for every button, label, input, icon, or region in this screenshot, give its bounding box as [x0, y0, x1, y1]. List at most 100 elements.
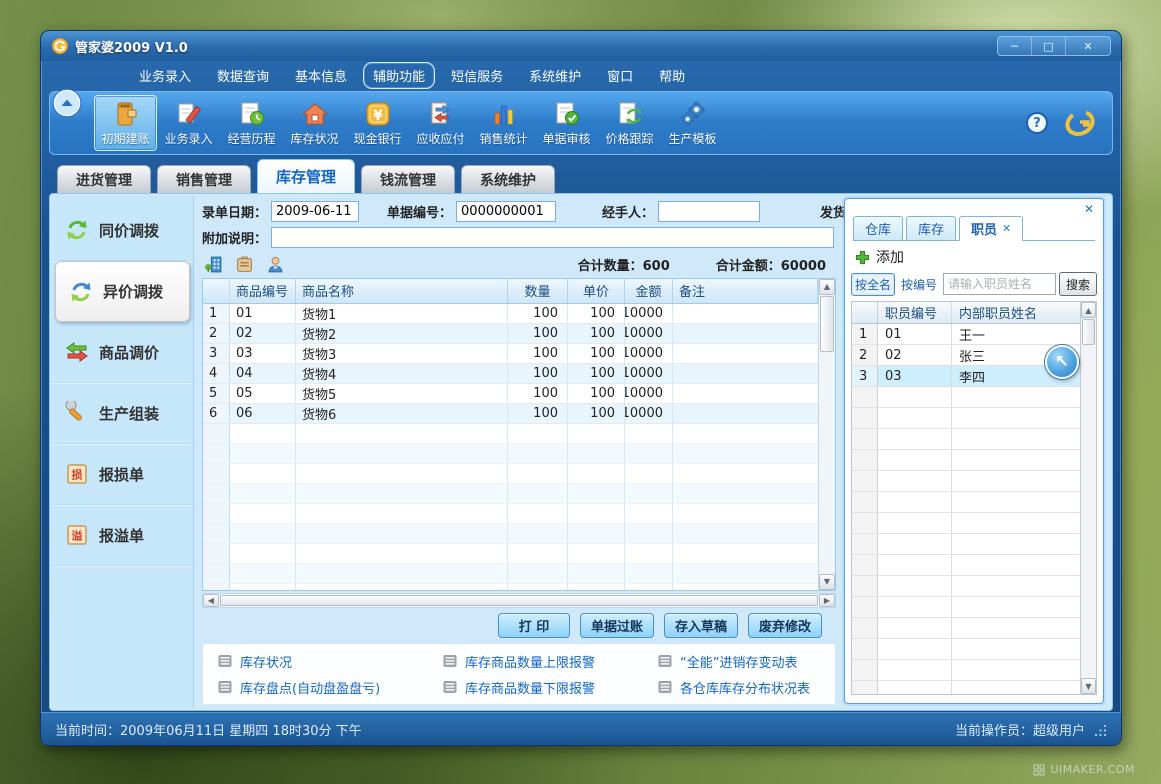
toolbar-item-production-template[interactable]: 生产模板 — [661, 95, 724, 151]
staff-row[interactable]: 1 01 王一 — [852, 324, 1080, 345]
menu-item-system-maintenance[interactable]: 系统维护 — [519, 62, 591, 89]
add-staff-button[interactable]: 添加 — [855, 247, 904, 267]
sidebar-item-diff-price-transfer[interactable]: 异价调拨 — [55, 261, 190, 322]
empty-row — [852, 660, 1080, 681]
col-header-price: 单价 — [568, 279, 625, 303]
toolbar-item-inventory-status[interactable]: 库存状况 — [283, 95, 346, 151]
scroll-down-icon[interactable]: ▼ — [1081, 678, 1096, 694]
toolbar-item-initial-setup[interactable]: 初期建账 — [94, 95, 157, 151]
toolbar-item-receivable-payable[interactable]: 应收应付 — [409, 95, 472, 151]
toolbar-item-sales-statistics[interactable]: 销售统计 — [472, 95, 535, 151]
tab-sales-mgmt[interactable]: 销售管理 — [157, 165, 251, 193]
menu-item-auxiliary[interactable]: 辅助功能 — [363, 62, 435, 89]
doc-no-input[interactable] — [456, 201, 556, 222]
sales-statistics-icon — [490, 100, 518, 128]
menu-item-help[interactable]: 帮助 — [649, 62, 695, 89]
inventory-status-icon — [301, 100, 329, 128]
link-almighty-change-table[interactable]: “全能”进销存变动表 — [657, 652, 831, 671]
note-input[interactable] — [271, 227, 834, 248]
menu-item-sms-service[interactable]: 短信服务 — [441, 62, 513, 89]
filter-by-fullname[interactable]: 按全名 — [851, 273, 895, 296]
resize-grip[interactable] — [1095, 725, 1107, 737]
report-list-icon — [442, 679, 458, 695]
menu-item-data-query[interactable]: 数据查询 — [207, 62, 279, 89]
doc-audit-icon — [553, 100, 581, 128]
staff-search-row: 按全名 按编号 搜索 — [851, 271, 1097, 297]
panel-tab-warehouse[interactable]: 仓库 — [853, 216, 903, 240]
empty-row — [852, 618, 1080, 639]
warehouse-picker-icon[interactable] — [204, 255, 223, 274]
close-button[interactable]: ✕ — [1066, 37, 1110, 55]
panel-close-icon[interactable]: ✕ — [1084, 202, 1094, 216]
print-button[interactable]: 打 印 — [498, 613, 570, 638]
menu-bar: 业务录入 数据查询 基本信息 辅助功能 短信服务 系统维护 窗口 帮助 — [41, 61, 1121, 89]
scroll-thumb[interactable] — [820, 296, 834, 352]
scroll-thumb[interactable] — [1082, 319, 1095, 345]
tab-inventory-mgmt[interactable]: 库存管理 — [257, 159, 355, 193]
toolbar-item-cash-bank[interactable]: ¥ 现金银行 — [346, 95, 409, 151]
staff-picker-icon[interactable] — [266, 255, 285, 274]
filter-by-code[interactable]: 按编号 — [898, 274, 940, 295]
menu-item-basic-info[interactable]: 基本信息 — [285, 62, 357, 89]
production-template-icon — [679, 100, 707, 128]
toolbar-item-label: 应收应付 — [416, 130, 464, 147]
save-draft-button[interactable]: 存入草稿 — [664, 613, 738, 638]
status-right: 当前操作员：超级用户 — [955, 720, 1107, 739]
panel-tab-close-icon[interactable]: ✕ — [1002, 222, 1011, 235]
search-button[interactable]: 搜索 — [1059, 272, 1097, 296]
goods-picker-icon[interactable] — [235, 255, 254, 274]
maximize-button[interactable]: □ — [1032, 37, 1066, 55]
date-input[interactable] — [271, 201, 359, 222]
link-inventory-status[interactable]: 库存状况 — [217, 652, 442, 671]
horizontal-scrollbar[interactable]: ◀ ▶ — [202, 593, 836, 608]
sidebar-item-assembly[interactable]: 生产组装 — [52, 383, 193, 444]
menu-item-business-entry[interactable]: 业务录入 — [129, 62, 201, 89]
toolbar-item-business-entry[interactable]: 业务录入 — [157, 95, 220, 151]
sidebar-item-price-adjust[interactable]: 商品调价 — [52, 322, 193, 383]
app-window: 管家婆2009 V1.0 ─ □ ✕ 业务录入 数据查询 基本信息 辅助功能 短… — [40, 30, 1122, 746]
scroll-down-icon[interactable]: ▼ — [819, 574, 835, 590]
scroll-thumb[interactable] — [220, 595, 818, 606]
sidebar: 同价调拨 异价调拨 商品调价 生产组装 — [52, 196, 194, 708]
sidebar-item-loss-report[interactable]: 损 报损单 — [52, 444, 193, 505]
action-button-row: 打 印 单据过账 存入草稿 废弃修改 — [202, 608, 836, 643]
handler-input[interactable] — [658, 201, 760, 222]
scroll-left-icon[interactable]: ◀ — [203, 594, 219, 607]
discard-changes-button[interactable]: 废弃修改 — [748, 613, 822, 638]
tab-cashflow-mgmt[interactable]: 钱流管理 — [361, 165, 455, 193]
minimize-button[interactable]: ─ — [998, 37, 1032, 55]
panel-tab-staff[interactable]: 职员 ✕ — [959, 216, 1023, 241]
panel-tab-inventory[interactable]: 库存 — [906, 216, 956, 240]
window-title: 管家婆2009 V1.0 — [75, 37, 188, 56]
staff-search-input[interactable] — [943, 273, 1056, 295]
post-document-button[interactable]: 单据过账 — [580, 613, 654, 638]
toolbar: 初期建账 业务录入 经营历程 库存状况 ¥ 现金银行 — [49, 91, 1113, 155]
link-lower-limit-alert[interactable]: 库存商品数量下限报警 — [442, 678, 657, 697]
toolbar-item-doc-audit[interactable]: 单据审核 — [535, 95, 598, 151]
scroll-right-icon[interactable]: ▶ — [819, 594, 835, 607]
tab-purchase-mgmt[interactable]: 进货管理 — [57, 165, 151, 193]
collapse-toolbar-button[interactable] — [52, 88, 82, 118]
scroll-up-icon[interactable]: ▲ — [819, 279, 835, 295]
sidebar-item-overflow-report[interactable]: 溢 报溢单 — [52, 505, 193, 566]
document-panel: 录单日期： 单据编号： 经手人： 发货仓库： 附加说明： — [202, 199, 836, 705]
empty-row — [852, 576, 1080, 597]
app-logo-icon — [51, 37, 69, 55]
toolbar-item-price-tracking[interactable]: 价格跟踪 — [598, 95, 661, 151]
sidebar-item-same-price-transfer[interactable]: 同价调拨 — [52, 200, 193, 261]
table-row: 4 04 货物4 100 100 10000 — [203, 364, 818, 384]
tab-system-maintenance[interactable]: 系统维护 — [461, 165, 555, 193]
panel-vertical-scrollbar[interactable]: ▲ ▼ — [1080, 302, 1096, 694]
link-upper-limit-alert[interactable]: 库存商品数量上限报警 — [442, 652, 657, 671]
scroll-up-icon[interactable]: ▲ — [1081, 302, 1096, 318]
toolbar-item-operation-history[interactable]: 经营历程 — [220, 95, 283, 151]
link-stock-check[interactable]: 库存盘点(自动盘盈盘亏) — [217, 678, 442, 697]
col-header-qty: 数量 — [508, 279, 568, 303]
link-warehouse-distribution[interactable]: 各仓库库存分布状况表 — [657, 678, 831, 697]
vertical-scrollbar[interactable]: ▲ ▼ — [818, 279, 835, 590]
help-icon[interactable]: ? — [1026, 112, 1048, 134]
menu-item-window[interactable]: 窗口 — [597, 62, 643, 89]
brand-logo-icon — [1064, 108, 1096, 138]
empty-row — [203, 464, 818, 484]
price-tracking-icon — [616, 100, 644, 128]
